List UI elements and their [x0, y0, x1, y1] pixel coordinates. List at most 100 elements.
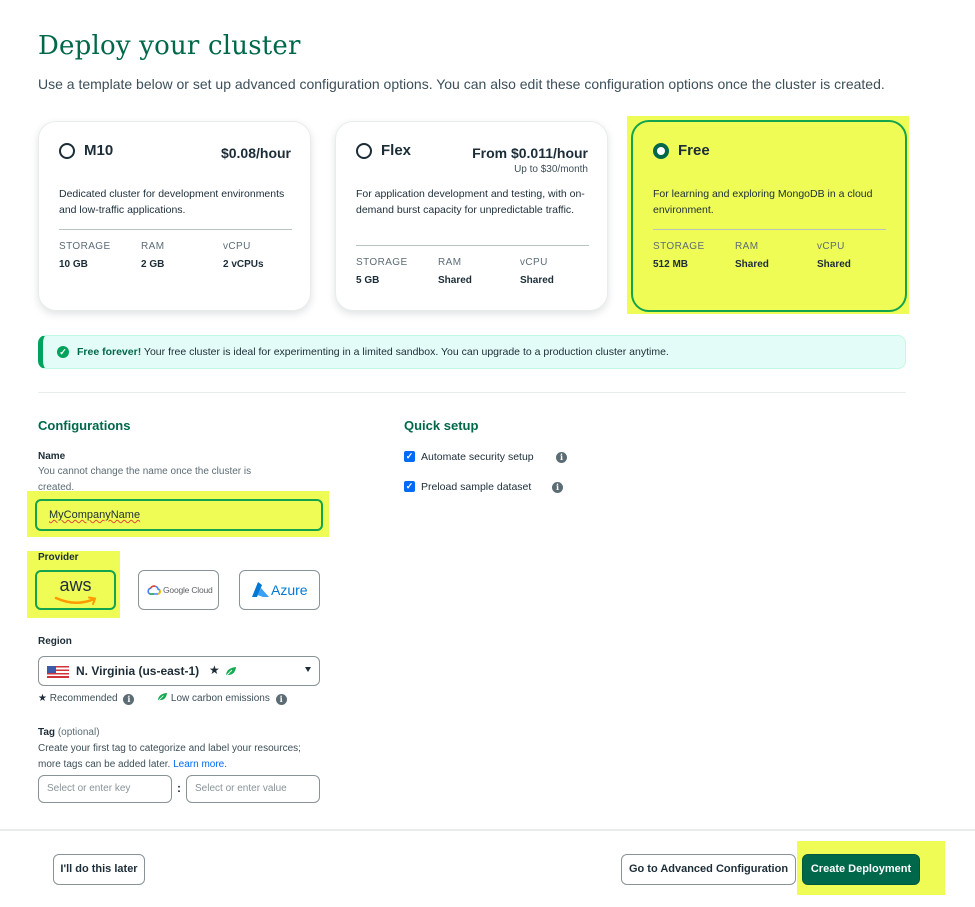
banner-body-text: Your free cluster is ideal for experimen… — [141, 346, 669, 358]
spec-vcpu: vCPU Shared — [817, 241, 851, 270]
spec-ram: RAM Shared — [438, 257, 472, 286]
info-icon[interactable]: i — [123, 694, 135, 705]
page-title: Deploy your cluster — [38, 31, 301, 61]
learn-more-link[interactable]: Learn more. — [173, 759, 227, 770]
info-icon[interactable]: i — [275, 694, 287, 705]
spec-value: 2 GB — [141, 259, 165, 270]
us-flag-icon — [47, 666, 69, 678]
tag-label: Tag — [38, 727, 56, 738]
banner-text: Free forever! Your free cluster is ideal… — [77, 346, 669, 358]
spec-value: Shared — [438, 275, 472, 286]
tier-name: Flex — [381, 142, 412, 159]
cluster-name-value: MyCompanyName — [49, 509, 141, 521]
spec-value: 512 MB — [653, 259, 689, 270]
provider-azure-button[interactable]: Azure — [239, 570, 320, 610]
preload-sample-option[interactable]: ✓ Preload sample dataset i — [404, 480, 664, 494]
section-divider — [38, 392, 906, 393]
leaf-icon — [225, 667, 236, 677]
azure-label: Azure — [271, 582, 308, 598]
tag-key-input[interactable]: Select or enter key — [38, 775, 172, 803]
automate-security-option[interactable]: ✓ Automate security setup i — [404, 450, 664, 464]
tag-help-text: Create your first tag to categorize and … — [38, 741, 310, 773]
region-select[interactable]: N. Virginia (us-east-1) ★ — [38, 656, 320, 686]
spec-vcpu: vCPU Shared — [520, 257, 554, 286]
free-forever-banner: ✓ Free forever! Your free cluster is ide… — [38, 335, 906, 369]
spec-ram: RAM Shared — [735, 241, 769, 270]
spec-vcpu: vCPU 2 vCPUs — [223, 241, 264, 270]
spec-label: vCPU — [520, 257, 548, 268]
tier-name: Free — [678, 142, 710, 159]
aws-logo-text: aws — [59, 575, 92, 595]
region-label: Region — [38, 636, 72, 647]
spec-value: 10 GB — [59, 259, 88, 270]
leaf-icon — [157, 692, 168, 702]
tag-optional-label: (optional) — [57, 727, 100, 738]
spec-label: RAM — [438, 257, 462, 268]
spec-value: Shared — [520, 275, 554, 286]
chevron-down-icon — [305, 667, 311, 672]
region-value: N. Virginia (us-east-1) — [76, 664, 200, 678]
name-label: Name — [38, 451, 66, 462]
tier-divider — [356, 245, 589, 246]
tier-description: For application development and testing,… — [356, 188, 585, 216]
spec-value: Shared — [735, 259, 769, 270]
spec-storage: STORAGE 10 GB — [59, 241, 111, 270]
configurations-title: Configurations — [38, 418, 131, 433]
info-icon[interactable]: i — [552, 482, 563, 493]
tier-description: For learning and exploring MongoDB in a … — [653, 188, 873, 216]
provider-google-cloud-button[interactable]: Google Cloud — [138, 570, 219, 610]
provider-aws-button[interactable]: aws — [35, 570, 116, 610]
footer-divider — [0, 829, 975, 831]
tier-radio-m10[interactable] — [59, 143, 75, 159]
google-cloud-icon — [147, 585, 161, 595]
tag-label-row: Tag (optional) — [38, 727, 100, 738]
tag-help-body: Create your first tag to categorize and … — [38, 743, 301, 770]
spec-label: vCPU — [223, 241, 251, 252]
tier-card-free[interactable]: Free For learning and exploring MongoDB … — [631, 120, 907, 312]
tier-description: Dedicated cluster for development enviro… — [59, 188, 285, 216]
low-carbon-label: Low carbon emissions — [170, 693, 270, 704]
aws-smile-icon — [54, 596, 97, 605]
tier-card-flex[interactable]: Flex From $0.011/hour Up to $30/month Fo… — [335, 121, 608, 311]
spec-value: Shared — [817, 259, 851, 270]
spec-label: STORAGE — [59, 241, 111, 252]
create-deployment-button[interactable]: Create Deployment — [802, 854, 920, 885]
tier-radio-flex[interactable] — [356, 143, 372, 159]
spec-label: vCPU — [817, 241, 845, 252]
spec-value: 2 vCPUs — [223, 259, 264, 270]
spec-storage: STORAGE 5 GB — [356, 257, 408, 286]
provider-label: Provider — [38, 552, 79, 563]
automate-security-checkbox[interactable]: ✓ — [404, 451, 415, 462]
cluster-name-input[interactable]: MyCompanyName — [35, 499, 323, 531]
quick-setup-title: Quick setup — [404, 418, 479, 433]
spec-label: RAM — [735, 241, 759, 252]
check-circle-icon: ✓ — [57, 346, 69, 358]
spec-label: STORAGE — [653, 241, 705, 252]
tier-card-m10[interactable]: M10 $0.08/hour Dedicated cluster for dev… — [38, 121, 311, 311]
do-later-button[interactable]: I'll do this later — [53, 854, 145, 885]
tier-price: $0.08/hour — [220, 145, 291, 161]
star-icon: ★ — [38, 693, 47, 704]
advanced-config-button[interactable]: Go to Advanced Configuration — [621, 854, 796, 885]
spec-label: RAM — [141, 241, 165, 252]
spec-label: STORAGE — [356, 257, 408, 268]
info-icon[interactable]: i — [556, 452, 567, 463]
spec-value: 5 GB — [356, 275, 380, 286]
preload-sample-label: Preload sample dataset — [421, 481, 532, 493]
banner-bold-text: Free forever! — [77, 346, 142, 358]
tag-separator: : — [177, 781, 181, 795]
tag-value-input[interactable]: Select or enter value — [186, 775, 320, 803]
tier-price: From $0.011/hour — [472, 145, 588, 161]
tier-divider — [59, 229, 292, 230]
page-subtitle: Use a template below or set up advanced … — [38, 76, 885, 92]
preload-sample-checkbox[interactable]: ✓ — [404, 481, 415, 492]
recommended-label: Recommended — [49, 693, 118, 704]
azure-icon — [252, 582, 269, 597]
spec-ram: RAM 2 GB — [141, 241, 164, 270]
spec-storage: STORAGE 512 MB — [653, 241, 705, 270]
tier-price-note: Up to $30/month — [514, 164, 588, 175]
tier-radio-free[interactable] — [653, 143, 669, 159]
star-icon: ★ — [209, 663, 220, 677]
automate-security-label: Automate security setup — [421, 451, 534, 463]
region-legend: ★ Recommended i Low carbon emissions i — [38, 692, 287, 705]
